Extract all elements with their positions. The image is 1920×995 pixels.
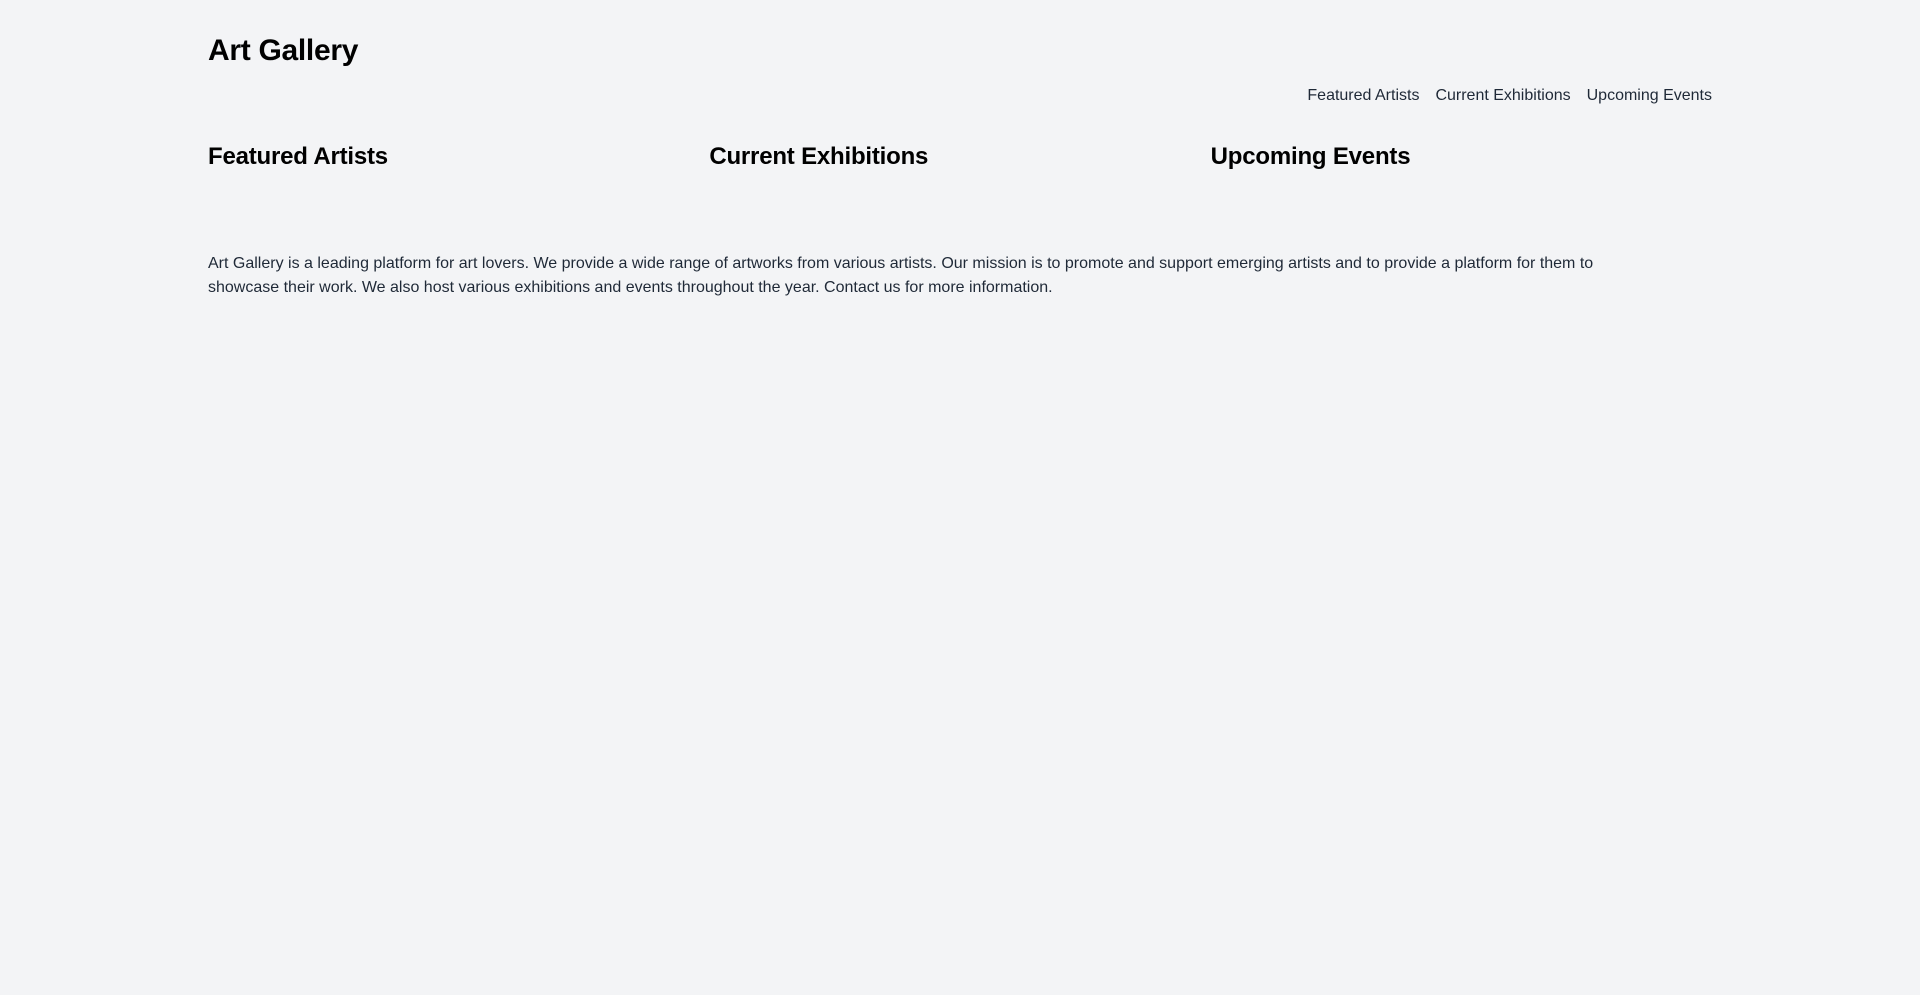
main-nav: Featured Artists Current Exhibitions Upc…: [1307, 84, 1712, 108]
section-current-exhibitions: Current Exhibitions: [709, 141, 1210, 173]
section-heading-upcoming-events: Upcoming Events: [1210, 143, 1411, 170]
section-heading-featured-artists: Featured Artists: [208, 143, 388, 170]
nav-link-upcoming-events[interactable]: Upcoming Events: [1587, 84, 1712, 108]
about-text: Art Gallery is a leading platform for ar…: [208, 255, 1594, 296]
section-heading-current-exhibitions: Current Exhibitions: [709, 143, 929, 170]
section-upcoming-events: Upcoming Events: [1211, 141, 1712, 173]
site-title: Art Gallery: [208, 34, 359, 67]
nav-link-featured-artists[interactable]: Featured Artists: [1307, 84, 1419, 108]
section-featured-artists: Featured Artists: [208, 141, 709, 173]
section-grid: Featured Artists Current Exhibitions Upc…: [208, 141, 1712, 173]
nav-link-current-exhibitions[interactable]: Current Exhibitions: [1435, 84, 1570, 108]
